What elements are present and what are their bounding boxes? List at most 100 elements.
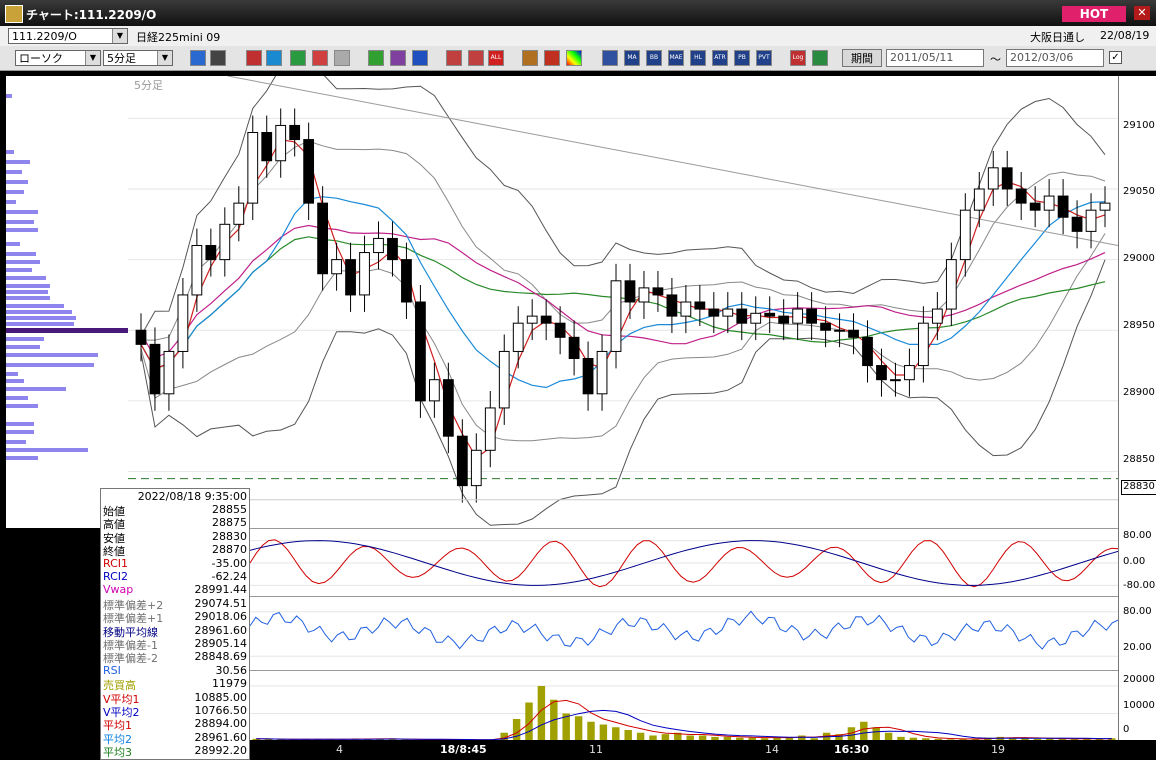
volume-panel[interactable]	[250, 670, 1118, 741]
info-icon[interactable]	[334, 50, 350, 66]
candle-body	[191, 245, 203, 296]
candle-body	[554, 322, 566, 338]
gap-icon[interactable]	[468, 50, 484, 66]
pb-icon[interactable]: PB	[734, 50, 750, 66]
color-icon[interactable]	[566, 50, 582, 66]
ma-icon[interactable]: MA	[624, 50, 640, 66]
rci-panel[interactable]	[249, 528, 1119, 597]
close-icon[interactable]: ✕	[1134, 6, 1150, 20]
candle-body	[415, 301, 426, 402]
trend-line	[227, 75, 1119, 246]
bb-icon[interactable]: BB	[646, 50, 662, 66]
profile-bar	[6, 296, 50, 300]
candle-body	[261, 132, 273, 162]
chart-type-select[interactable]: ローソク ▼	[15, 50, 101, 66]
mae-icon[interactable]: MAE	[668, 50, 684, 66]
date-to-input[interactable]: 2012/03/06	[1006, 49, 1104, 67]
candle-body	[498, 350, 510, 409]
volume-bar	[574, 716, 583, 741]
analyze-icon[interactable]	[266, 50, 282, 66]
app-icon	[5, 5, 23, 23]
tools-icon[interactable]	[544, 50, 560, 66]
symbol-bar: 111.2209/O ▼ 日経225mini 09 大阪日通し 22/08/19	[0, 26, 1156, 47]
gear-icon[interactable]	[522, 50, 538, 66]
info-value: -35.00	[211, 556, 247, 570]
chevron-down-icon[interactable]: ▼	[157, 51, 172, 65]
arrow-icon[interactable]	[390, 50, 406, 66]
info-value: 28855	[212, 503, 247, 516]
info-row: RCI1 -35.00	[103, 557, 247, 570]
pen-icon[interactable]	[368, 50, 384, 66]
profile-bar	[6, 363, 94, 367]
exit-icon[interactable]	[812, 50, 828, 66]
instrument-name: 日経225mini 09	[136, 31, 221, 44]
candle-body	[540, 315, 552, 324]
candle-body	[163, 350, 175, 395]
split-icon[interactable]	[446, 50, 462, 66]
info-row: 平均1 28894.00	[103, 717, 248, 732]
bars-icon[interactable]	[602, 50, 618, 66]
price-axis: 29100 29050 29000 28950 28900 28850 2883…	[1118, 76, 1156, 740]
candle-body	[750, 312, 762, 324]
volume-profile-panel	[6, 76, 128, 528]
period-button[interactable]: 期間	[842, 49, 882, 67]
candle-body	[848, 329, 859, 338]
info-value: 29018.06	[194, 610, 248, 624]
candle-body	[652, 287, 664, 296]
volume-bar	[599, 724, 608, 741]
vol-avg2-line	[256, 709, 1112, 741]
candle-body	[987, 167, 999, 190]
candle-body	[1015, 188, 1027, 204]
info-value: 28992.20	[194, 744, 248, 758]
y-tick: 28900	[1123, 387, 1155, 398]
profile-bar	[6, 190, 24, 194]
chevron-down-icon[interactable]: ▼	[85, 51, 100, 65]
candle-body	[1085, 209, 1097, 232]
candle-body	[610, 280, 622, 352]
profile-bar	[6, 353, 98, 357]
candle-body	[512, 322, 524, 352]
candle-body	[736, 308, 748, 324]
candle-body	[1057, 195, 1069, 218]
chart-icon[interactable]	[290, 50, 306, 66]
candle-body	[862, 336, 873, 367]
info-row: 標準偏差+1 29018.06	[103, 610, 248, 625]
log-icon[interactable]: Log	[790, 50, 806, 66]
info-key: RCI1	[103, 556, 129, 570]
info-value: 10885.00	[194, 690, 248, 704]
trend-icon[interactable]	[312, 50, 328, 66]
rci-tick: -80.00	[1123, 580, 1156, 591]
candle-body	[792, 308, 804, 324]
hot-button[interactable]: HOT	[1062, 6, 1126, 22]
all-icon[interactable]: ALL	[488, 50, 504, 66]
candle-body	[890, 379, 901, 382]
candle-body	[275, 124, 287, 162]
rsi-panel[interactable]	[249, 596, 1119, 671]
interval-select[interactable]: 5分足 ▼	[103, 50, 173, 66]
draw-icon[interactable]	[246, 50, 262, 66]
range-checkbox[interactable]: ✓	[1109, 51, 1122, 64]
candle-body	[624, 280, 636, 303]
hl-icon[interactable]: HL	[690, 50, 706, 66]
candle-body	[666, 294, 678, 317]
date-from-input[interactable]: 2011/05/11	[886, 49, 984, 67]
zoom-icon[interactable]	[190, 50, 206, 66]
candle-body	[931, 308, 943, 324]
info-datetime-row: 2022/08/18 9:35:00	[103, 490, 247, 503]
price-chart-panel[interactable]: 5分足	[128, 53, 1119, 528]
info-value: 28894.00	[194, 717, 248, 731]
atr-icon[interactable]: ATR	[712, 50, 728, 66]
candle-body	[904, 365, 915, 381]
candle-body	[680, 301, 692, 317]
candle-body	[456, 435, 468, 487]
pvt-icon[interactable]: PVT	[756, 50, 772, 66]
cursor-icon[interactable]	[210, 50, 226, 66]
return-icon[interactable]	[412, 50, 428, 66]
info-key: 平均3	[103, 746, 132, 760]
candle-body	[694, 301, 706, 310]
symbol-select[interactable]: 111.2209/O ▼	[8, 28, 128, 44]
candle-body	[959, 209, 971, 261]
x-axis: 4 18/8:45 11 14 16:30 19	[250, 740, 1156, 760]
chevron-down-icon[interactable]: ▼	[112, 29, 127, 43]
candle-body	[135, 329, 147, 345]
